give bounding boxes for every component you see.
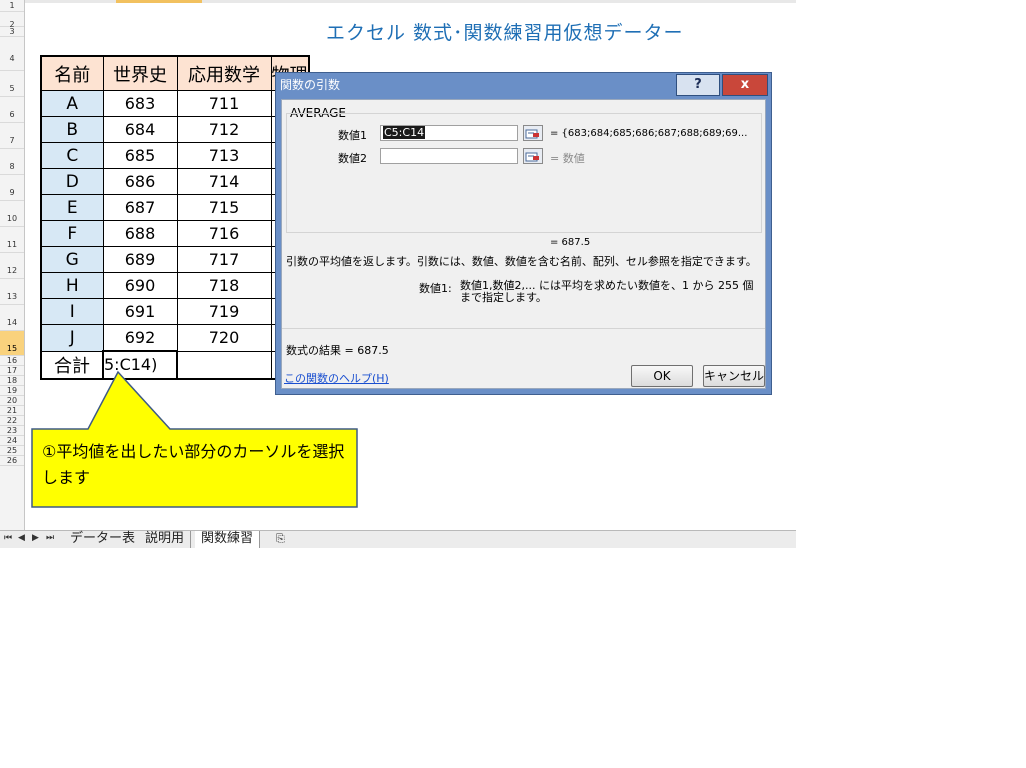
dialog-title: 関数の引数: [280, 78, 341, 92]
arg1-result: = {683;684;685;686;687;688;689;69...: [550, 128, 748, 139]
help-link[interactable]: この関数のヘルプ(H): [284, 370, 389, 386]
arg2-input[interactable]: [380, 148, 518, 164]
last-sheet-icon[interactable]: ⏭: [46, 533, 54, 543]
prev-sheet-icon[interactable]: ◀: [18, 533, 25, 543]
close-icon[interactable]: x: [722, 74, 768, 96]
arg1-ref-collapse-icon[interactable]: [523, 125, 543, 141]
ref-collapse-icon: [525, 129, 539, 139]
formula-value: = 687.5: [550, 237, 591, 248]
ok-button[interactable]: OK: [631, 365, 693, 387]
function-description: 引数の平均値を返します。引数には、数値、数値を含む名前、配列、セル参照を指定でき…: [286, 255, 757, 268]
arg1-input-value: C5:C14: [383, 126, 426, 139]
cancel-button[interactable]: キャンセル: [703, 365, 765, 387]
first-sheet-icon[interactable]: ⏮: [4, 533, 12, 543]
arg2-ref-collapse-icon[interactable]: [523, 148, 543, 164]
dialog-divider: [282, 328, 765, 329]
sheet-tab-bar: ⏮ ◀ ▶ ⏭ データー表 説明用 関数練習 ⎘: [0, 530, 796, 548]
dialog-body: AVERAGE 数値1 C5:C14 = {683;684;685;686;68…: [281, 99, 766, 389]
callout-text: ①平均値を出したい部分のカーソルを選択します: [42, 442, 345, 487]
arg1-label: 数値1: [338, 129, 367, 142]
result-line: 数式の結果 = 687.5: [286, 342, 389, 358]
arg-desc-text: 数値1,数値2,... には平均を求めたい数値を、1 から 255 個まで指定し…: [460, 279, 754, 304]
help-icon[interactable]: ?: [676, 74, 720, 96]
result-label: 数式の結果 =: [286, 344, 358, 357]
arg2-result: = 数値: [550, 152, 585, 165]
ref-collapse-icon: [525, 152, 539, 162]
arg-desc-label: 数値1:: [419, 282, 452, 295]
function-arguments-dialog: 関数の引数 ? x AVERAGE 数値1 C5:C14 = {683;684;…: [275, 72, 772, 395]
result-value: 687.5: [357, 344, 389, 357]
next-sheet-icon[interactable]: ▶: [32, 533, 39, 543]
arg2-label: 数値2: [338, 152, 367, 165]
tab-explanation[interactable]: 説明用: [139, 531, 192, 548]
tab-function-practice[interactable]: 関数練習: [195, 531, 261, 548]
arg1-input[interactable]: C5:C14: [380, 125, 518, 141]
tab-data-sheet[interactable]: データー表: [64, 531, 143, 548]
new-sheet-icon[interactable]: ⎘: [276, 532, 285, 546]
